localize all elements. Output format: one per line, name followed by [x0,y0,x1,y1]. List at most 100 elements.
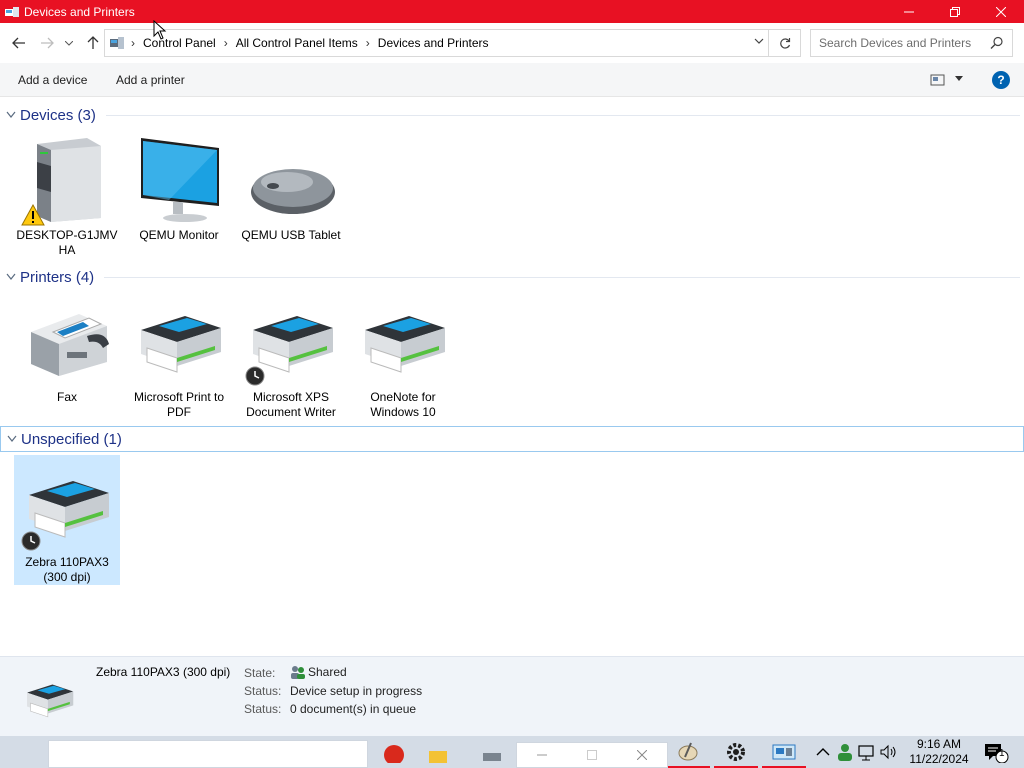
command-bar: Add a device Add a printer ? [0,63,1024,97]
search-placeholder: Search Devices and Printers [819,36,972,50]
group-devices-header[interactable]: Devices (3) [0,103,1024,127]
change-view-icon[interactable] [930,73,946,87]
view-options-dropdown-icon[interactable] [954,75,964,83]
devices-printers-app-icon [5,6,19,17]
printer-microsoft-xps-writer[interactable]: Microsoft XPS Document Writer [238,296,344,420]
app-icon [384,745,404,763]
clock-time: 9:16 AM [916,737,962,751]
clock-overlay-icon [21,531,41,551]
shared-users-icon [291,666,305,679]
breadcrumb-separator: › [223,36,228,50]
group-divider [105,114,1020,116]
mouse-icon [241,134,341,224]
details-device-name: Zebra 110PAX3 (300 dpi) [96,665,231,679]
user-status-icon[interactable] [834,742,856,762]
up-arrow-icon [87,36,99,49]
device-qemu-monitor[interactable]: QEMU Monitor [126,134,232,243]
close-icon[interactable] [637,750,647,760]
show-hidden-icons-chevron-up-icon[interactable] [812,744,834,760]
printer-label: OneNote for Windows 10 [370,390,436,419]
minimize-button[interactable] [886,0,932,23]
group-divider [104,276,1020,278]
taskbar-app-devices[interactable] [762,736,806,768]
back-button[interactable] [9,33,29,53]
help-icon[interactable]: ? [992,71,1010,89]
maximize-icon[interactable] [587,750,597,760]
forward-arrow-icon [41,37,54,49]
details-status-label: Status: [244,684,282,698]
taskbar-search-box[interactable] [48,740,368,768]
address-bar[interactable]: › Control Panel › All Control Panel Item… [104,29,801,57]
printer-label: Microsoft XPS Document Writer [246,390,336,419]
monitor-icon [129,134,229,224]
details-state-label: State: [244,666,276,680]
recent-locations-button[interactable] [62,33,76,53]
collapse-chevron-icon [6,273,16,280]
device-label: DESKTOP-G1JMV HA [16,228,118,257]
device-label: QEMU USB Tablet [241,228,341,242]
device-zebra-printer[interactable]: Zebra 110PAX3 (300 dpi) [14,455,120,585]
restore-icon [950,6,960,17]
breadcrumb-devices-printers[interactable]: Devices and Printers [378,36,489,50]
taskbar: 9:16 AM 11/22/2024 1 [0,736,1024,768]
taskbar-app-folder[interactable] [416,736,460,768]
refresh-button[interactable] [768,30,800,56]
window-preview-controls [516,742,668,768]
volume-icon[interactable] [878,743,900,761]
add-printer-button[interactable]: Add a printer [116,73,185,87]
window-title: Devices and Printers [24,4,135,19]
devices-printers-icon [772,744,796,760]
collapse-chevron-icon [6,111,16,118]
minimize-icon[interactable] [537,750,547,760]
notification-icon [985,744,1009,763]
device-label: QEMU Monitor [139,228,219,242]
search-icon [990,36,1003,49]
breadcrumb-separator: › [365,36,370,50]
details-state-value: Shared [308,665,347,679]
close-icon [996,6,1006,17]
paint-icon [678,742,698,761]
close-button[interactable] [978,0,1024,23]
breadcrumb-separator: › [131,36,135,50]
search-input[interactable]: Search Devices and Printers [810,29,1013,57]
notification-center-button[interactable]: 1 [976,736,1016,768]
details-state: Shared [290,665,347,679]
refresh-icon [779,38,790,49]
printer-icon [129,296,229,386]
details-pane: Zebra 110PAX3 (300 dpi) State: Shared St… [0,656,1024,736]
taskbar-app-settings[interactable] [714,736,758,768]
network-icon[interactable] [856,743,878,761]
mouse-cursor-icon [153,20,167,40]
printer-icon [17,461,117,551]
up-button[interactable] [83,33,103,53]
clock-date: 11/22/2024 [909,752,969,766]
breadcrumb-all-items[interactable]: All Control Panel Items [236,36,358,50]
restore-button[interactable] [932,0,978,23]
printer-microsoft-print-to-pdf[interactable]: Microsoft Print to PDF [126,296,232,420]
notification-count: 1 [999,748,1005,759]
printer-icon [353,296,453,386]
forward-button[interactable] [37,33,57,53]
folder-icon [429,751,447,763]
printer-fax[interactable]: Fax [14,296,120,405]
selected-printer-icon [27,684,74,718]
group-unspecified-header[interactable]: Unspecified (1) [0,426,1024,452]
clock-overlay-icon [245,366,265,386]
control-panel-icon [110,37,124,49]
printer-icon [241,296,341,386]
group-devices-title: Devices (3) [20,106,96,124]
taskbar-app-paint[interactable] [666,736,710,768]
taskbar-clock[interactable]: 9:16 AM 11/22/2024 [904,736,974,768]
group-printers-header[interactable]: Printers (4) [0,265,1024,289]
printer-onenote[interactable]: OneNote for Windows 10 [350,296,456,420]
printer-label: Fax [56,390,77,404]
details-status2-label: Status: [244,702,282,716]
address-dropdown-icon[interactable] [754,36,764,46]
system-tray [812,736,900,768]
taskbar-app-gray[interactable] [470,736,514,768]
add-device-button[interactable]: Add a device [18,73,87,87]
back-arrow-icon [12,37,25,49]
device-qemu-usb-tablet[interactable]: QEMU USB Tablet [238,134,344,243]
device-desktop[interactable]: DESKTOP-G1JMV HA [14,134,120,258]
taskbar-app-red[interactable] [372,736,416,768]
